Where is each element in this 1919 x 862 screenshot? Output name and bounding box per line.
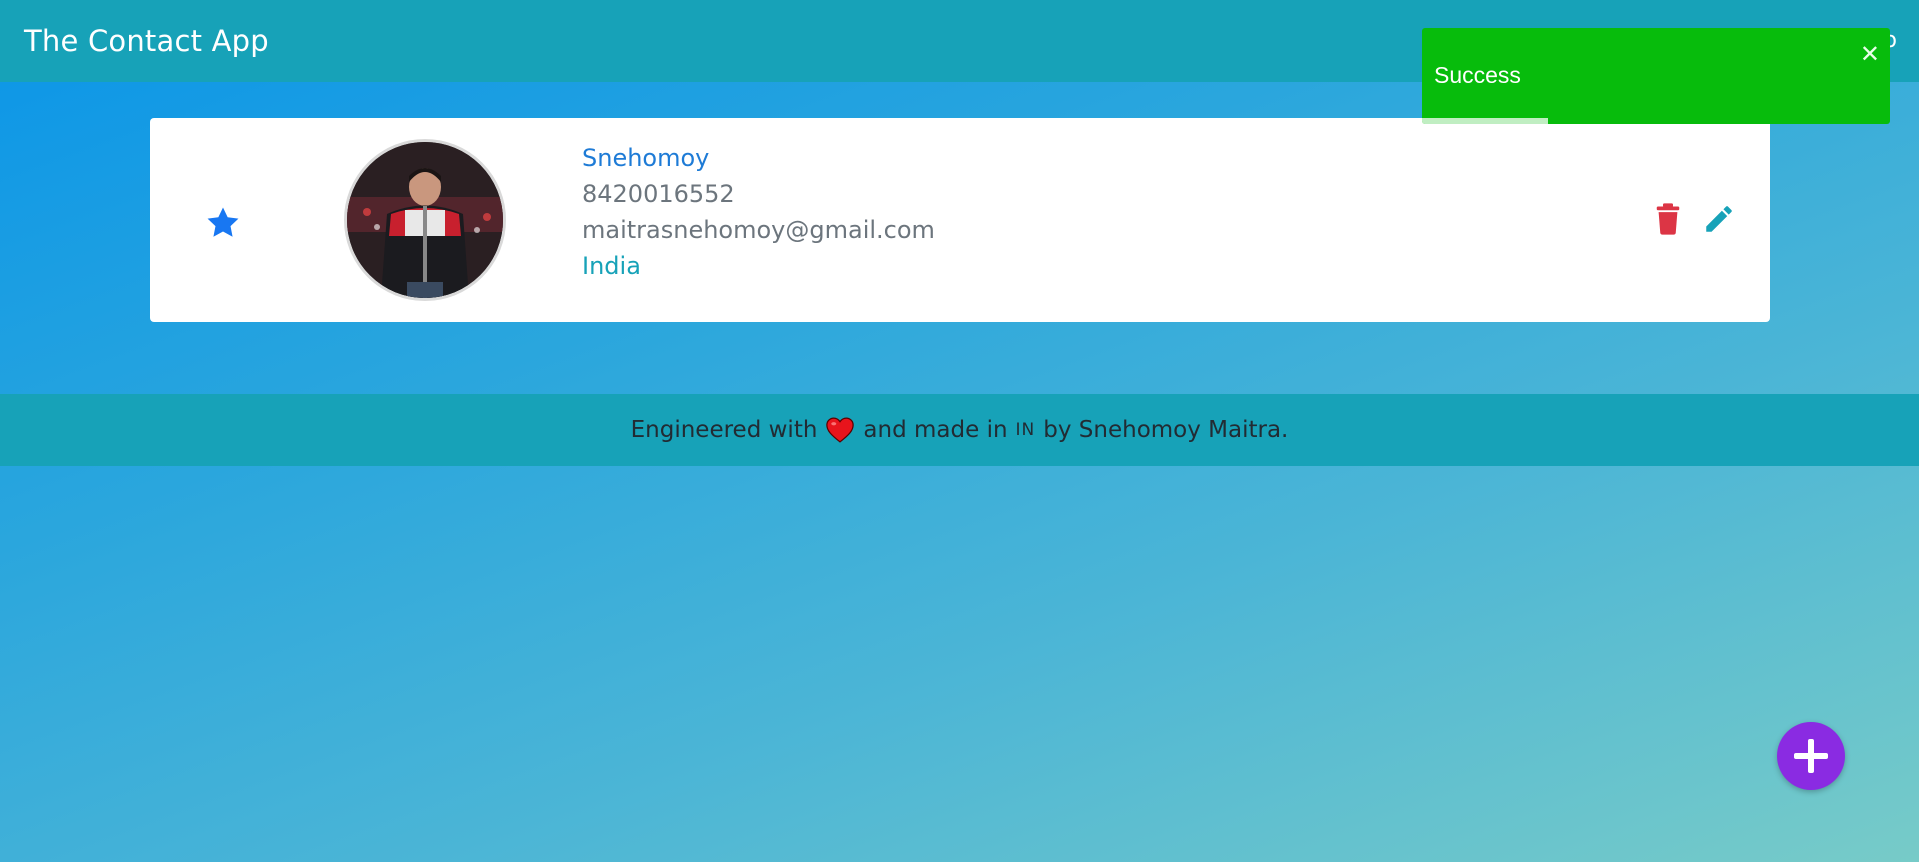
toast-progress-bar [1422,118,1549,124]
footer-prefix: Engineered with [630,417,818,443]
trash-icon[interactable] [1653,202,1683,236]
success-toast[interactable]: Success ✕ [1422,28,1890,124]
plus-icon [1794,739,1828,773]
pencil-icon[interactable] [1702,202,1736,236]
toast-message: Success [1434,62,1521,88]
app-brand[interactable]: The Contact App [24,24,269,58]
add-contact-button[interactable] [1777,722,1845,790]
contact-country: India [582,252,641,280]
contact-card: Snehomoy 8420016552 maitrasnehomoy@gmail… [150,118,1770,322]
contact-name[interactable]: Snehomoy [582,140,935,176]
footer-middle: and made in [863,417,1008,443]
contact-phone: 8420016552 [582,180,735,208]
flag-text: IN [1015,420,1036,440]
contact-info: Snehomoy 8420016552 maitrasnehomoy@gmail… [582,140,935,284]
heart-icon [826,417,855,443]
close-icon[interactable]: ✕ [1860,40,1880,69]
footer: Engineered with and made in IN by Snehom… [0,394,1919,466]
star-icon[interactable] [204,204,242,242]
footer-suffix: by Snehomoy Maitra. [1043,417,1289,443]
person-photo [347,142,503,298]
contact-email: maitrasnehomoy@gmail.com [582,216,935,244]
contact-avatar [344,139,506,301]
